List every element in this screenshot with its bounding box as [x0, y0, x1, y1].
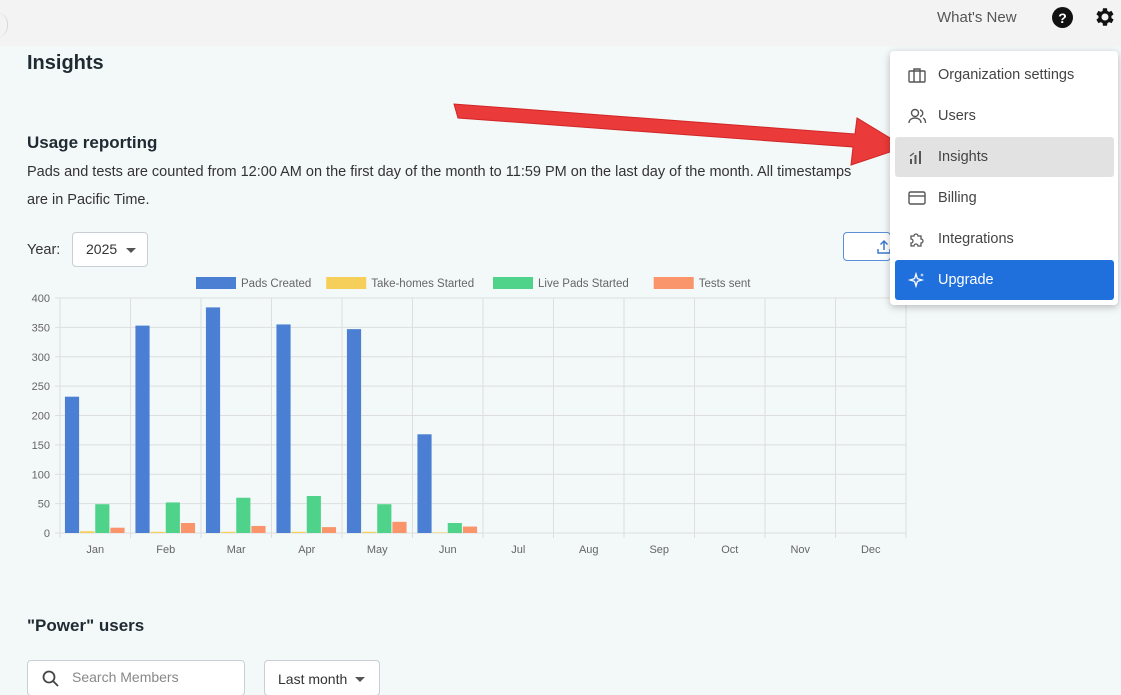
users-icon [908, 108, 927, 124]
x-tick-label: Sep [649, 544, 669, 556]
x-tick-label: Oct [721, 544, 738, 556]
bar-pads-created [135, 325, 150, 533]
legend-label: Live Pads Started [538, 278, 629, 290]
legend-swatch [653, 277, 694, 289]
legend-label: Take-homes Started [371, 278, 474, 290]
period-select[interactable]: Last month [264, 660, 380, 695]
y-tick-label: 0 [44, 528, 50, 540]
bar-tests-sent [462, 526, 478, 533]
bar-take-homes-started [291, 531, 306, 533]
whats-new-link[interactable]: What's New [937, 9, 1017, 26]
search-members-box[interactable] [27, 660, 245, 695]
search-members-input[interactable] [72, 669, 237, 685]
menu-item-users[interactable]: Users [895, 96, 1114, 136]
bar-tests-sent [251, 525, 266, 533]
usage-description: Pads and tests are counted from 12:00 AM… [27, 164, 852, 208]
bar-pads-created [417, 434, 432, 533]
menu-item-organization-settings[interactable]: Organization settings [895, 55, 1114, 95]
menu-item-label: Users [938, 108, 976, 124]
legend-swatch [493, 277, 533, 289]
x-tick-label: Mar [227, 544, 246, 556]
bar-pads-created [64, 396, 80, 533]
bar-live-pads-started [447, 523, 462, 533]
bar-take-homes-started [362, 531, 377, 533]
search-icon [42, 670, 59, 687]
menu-item-label: Organization settings [938, 67, 1075, 83]
briefcase-icon [908, 68, 926, 83]
x-tick-label: Aug [579, 544, 599, 556]
bar-tests-sent [392, 521, 407, 533]
bar-take-homes-started [221, 531, 236, 533]
bar-tests-sent [321, 527, 337, 533]
chevron-down-icon [355, 677, 365, 682]
bar-take-homes-started [80, 531, 95, 533]
bar-take-homes-started [150, 531, 165, 533]
x-tick-label: May [367, 544, 388, 556]
legend-label: Tests sent [699, 278, 752, 290]
menu-item-billing[interactable]: Billing [895, 178, 1114, 218]
period-value: Last month [278, 671, 348, 687]
chevron-down-icon [126, 248, 136, 253]
y-tick-label: 150 [32, 440, 50, 452]
bar-live-pads-started [377, 504, 392, 533]
year-value: 2025 [86, 241, 118, 257]
bar-tests-sent [110, 527, 125, 533]
bar-pads-created [346, 329, 362, 533]
legend-label: Pads Created [241, 278, 311, 290]
settings-menu: Organization settings Users Insights Bil… [890, 51, 1118, 305]
bar-pads-created [276, 324, 291, 533]
gear-icon[interactable] [1093, 5, 1117, 29]
bar-live-pads-started [95, 504, 110, 533]
bar-take-homes-started [432, 532, 447, 533]
bar-live-pads-started [306, 495, 321, 533]
y-tick-label: 300 [32, 352, 50, 364]
y-tick-label: 350 [32, 322, 50, 334]
year-label: Year: [27, 242, 61, 258]
year-select[interactable]: 2025 [72, 232, 148, 267]
sidebar-edge [0, 12, 8, 38]
menu-item-upgrade[interactable]: Upgrade [895, 260, 1114, 300]
bar-pads-created [205, 307, 221, 533]
credit-card-icon [908, 191, 926, 205]
x-tick-label: Jul [511, 544, 525, 556]
menu-item-label: Insights [938, 149, 988, 165]
legend-swatch [326, 277, 367, 289]
usage-chart: 0 50 100 150 200 250 300 350 400 Jan Feb Mar Apr May J… [32, 277, 907, 556]
menu-item-label: Integrations [938, 231, 1014, 247]
bar-chart-icon [909, 151, 921, 164]
bar-live-pads-started [236, 497, 251, 533]
puzzle-icon [910, 233, 924, 247]
y-tick-label: 200 [32, 411, 50, 423]
help-icon[interactable]: ? [1052, 7, 1073, 28]
menu-item-label: Upgrade [938, 272, 994, 288]
usage-reporting-title: Usage reporting [27, 133, 158, 152]
power-users-title: "Power" users [27, 616, 145, 635]
menu-item-integrations[interactable]: Integrations [895, 219, 1114, 259]
bar-live-pads-started [165, 502, 180, 533]
y-tick-label: 250 [32, 381, 50, 393]
x-tick-label: Apr [298, 544, 315, 556]
top-bar: What's New ? [0, 0, 1121, 46]
menu-item-label: Billing [938, 190, 977, 206]
y-tick-label: 100 [32, 469, 50, 481]
x-tick-label: Jun [439, 544, 457, 556]
x-tick-label: Jan [86, 544, 104, 556]
sparkle-icon [907, 271, 925, 289]
x-tick-label: Dec [861, 544, 881, 556]
legend-swatch [196, 277, 236, 289]
export-button[interactable] [843, 232, 891, 261]
menu-item-insights[interactable]: Insights [895, 137, 1114, 177]
page-title: Insights [27, 52, 104, 74]
x-tick-label: Feb [156, 544, 175, 556]
bar-tests-sent [180, 523, 196, 533]
y-tick-label: 400 [32, 293, 50, 305]
y-tick-label: 50 [38, 499, 50, 511]
x-tick-label: Nov [790, 544, 810, 556]
